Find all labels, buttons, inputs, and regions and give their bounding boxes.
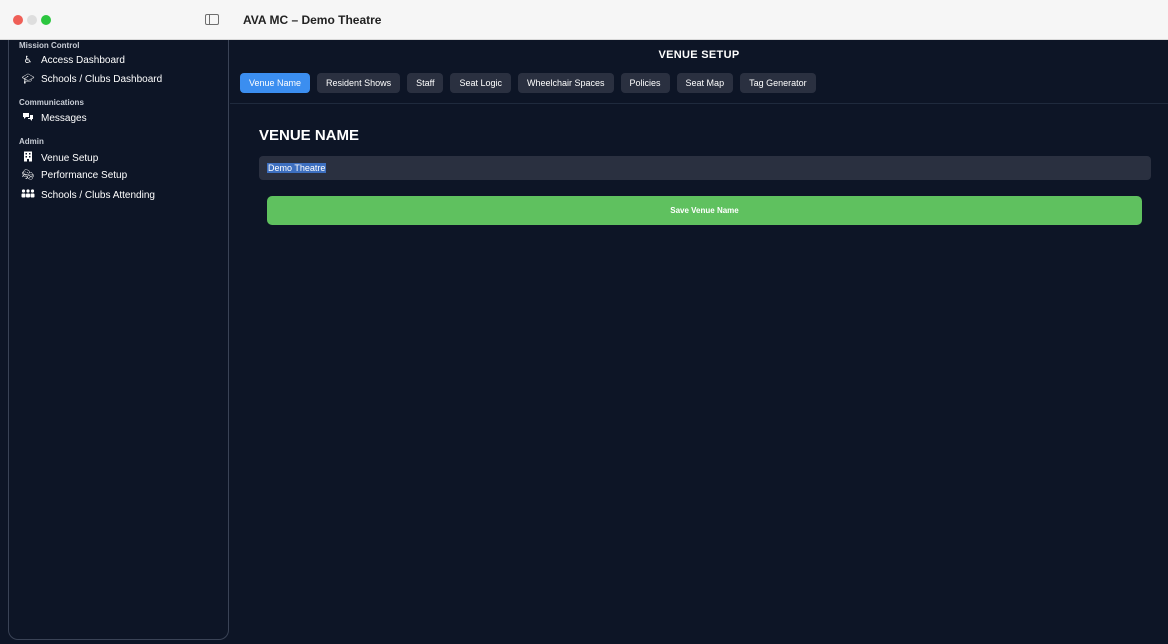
tab-bar: Venue Name Resident Shows Staff Seat Log… bbox=[240, 73, 816, 93]
sidebar: Mission Control ♿︎ Access Dashboard 🎓︎ S… bbox=[8, 40, 229, 640]
building-icon bbox=[21, 151, 35, 165]
sidebar-item-messages[interactable]: Messages bbox=[21, 112, 87, 125]
venue-name-input[interactable] bbox=[259, 156, 1151, 180]
tab-resident-shows[interactable]: Resident Shows bbox=[317, 73, 401, 93]
tab-venue-name[interactable]: Venue Name bbox=[240, 73, 311, 93]
sidebar-item-access-dashboard[interactable]: ♿︎ Access Dashboard bbox=[21, 55, 125, 66]
theatre-masks-icon: 🎭︎ bbox=[21, 170, 35, 181]
tab-seat-logic[interactable]: Seat Logic bbox=[450, 73, 511, 93]
section-title-mission-control: Mission Control bbox=[19, 41, 80, 50]
graduation-cap-icon: 🎓︎ bbox=[21, 74, 35, 85]
sidebar-item-label: Schools / Clubs Attending bbox=[41, 189, 155, 201]
section-title-admin: Admin bbox=[19, 137, 44, 146]
zoom-window-button[interactable] bbox=[41, 15, 51, 25]
tab-seat-map[interactable]: Seat Map bbox=[676, 73, 734, 93]
title-bar: AVA MC – Demo Theatre bbox=[0, 0, 1168, 40]
divider bbox=[230, 103, 1168, 104]
tab-wheelchair-spaces[interactable]: Wheelchair Spaces bbox=[517, 73, 614, 93]
sidebar-item-schools-clubs-attending[interactable]: Schools / Clubs Attending bbox=[21, 189, 155, 201]
sidebar-toggle-icon[interactable] bbox=[205, 14, 219, 25]
sidebar-item-label: Venue Setup bbox=[41, 152, 99, 164]
sidebar-item-venue-setup[interactable]: Venue Setup bbox=[21, 151, 98, 165]
sidebar-item-label: Messages bbox=[41, 113, 87, 124]
window-title: AVA MC – Demo Theatre bbox=[243, 13, 382, 27]
group-icon bbox=[21, 189, 35, 201]
page-title: VENUE SETUP bbox=[658, 49, 740, 61]
sidebar-item-label: Access Dashboard bbox=[41, 55, 125, 66]
venue-name-selection: Demo Theatre bbox=[267, 163, 327, 173]
tab-staff[interactable]: Staff bbox=[407, 73, 444, 93]
main-content: VENUE SETUP Venue Name Resident Shows St… bbox=[230, 40, 1168, 644]
sidebar-item-label: Performance Setup bbox=[41, 170, 128, 181]
close-window-button[interactable] bbox=[13, 15, 23, 25]
section-heading: VENUE NAME bbox=[259, 127, 360, 144]
chat-bubbles-icon bbox=[21, 112, 35, 125]
accessibility-icon: ♿︎ bbox=[23, 55, 33, 66]
sidebar-item-label: Schools / Clubs Dashboard bbox=[41, 74, 163, 85]
sidebar-item-performance-setup[interactable]: 🎭︎ Performance Setup bbox=[21, 170, 128, 181]
tab-policies[interactable]: Policies bbox=[620, 73, 670, 93]
tab-tag-generator[interactable]: Tag Generator bbox=[740, 73, 816, 93]
sidebar-item-schools-clubs-dashboard[interactable]: 🎓︎ Schools / Clubs Dashboard bbox=[21, 74, 163, 85]
section-title-communications: Communications bbox=[19, 98, 84, 107]
save-venue-name-button[interactable]: Save Venue Name bbox=[267, 196, 1142, 225]
minimize-window-button[interactable] bbox=[27, 15, 37, 25]
